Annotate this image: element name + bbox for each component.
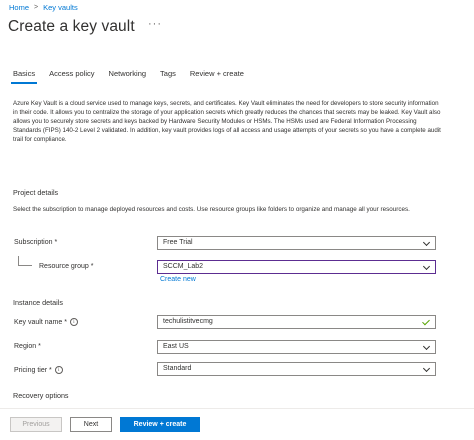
resource-group-label-text: Resource group * (39, 263, 94, 270)
recovery-options-heading: Recovery options (13, 391, 69, 400)
instance-details-heading: Instance details (13, 298, 63, 307)
tab-bar: Basics Access policy Networking Tags Rev… (10, 69, 258, 84)
key-vault-name-label: Key vault name * i (14, 318, 78, 326)
subscription-label-text: Subscription * (14, 239, 58, 246)
pricing-tier-label-text: Pricing tier * (14, 366, 52, 374)
footer-bar: Previous Next Review + create (0, 408, 474, 440)
tab-networking[interactable]: Networking (109, 69, 147, 84)
chevron-down-icon (422, 342, 431, 351)
create-new-resource-group-link[interactable]: Create new (160, 276, 196, 283)
chevron-down-icon (422, 364, 431, 373)
key-vault-name-value: techulistitvecmg (163, 318, 213, 325)
region-label-text: Region * (14, 343, 41, 350)
tab-review-create[interactable]: Review + create (190, 69, 244, 84)
key-vault-name-input[interactable]: techulistitvecmg (157, 315, 436, 329)
region-select[interactable]: East US (157, 340, 436, 354)
previous-button[interactable]: Previous (10, 417, 62, 432)
chevron-down-icon (422, 238, 431, 247)
subscription-value: Free Trial (163, 239, 193, 246)
chevron-down-icon (422, 262, 431, 271)
tree-connector (18, 256, 32, 266)
resource-group-select[interactable]: SCCM_Lab2 (157, 260, 436, 274)
subscription-label: Subscription * (14, 239, 57, 246)
more-options-icon[interactable]: ··· (148, 18, 162, 30)
info-icon[interactable]: i (69, 318, 78, 326)
next-button[interactable]: Next (70, 417, 112, 432)
resource-group-label: Resource group * (39, 263, 93, 270)
project-details-description: Select the subscription to manage deploy… (13, 206, 410, 213)
intro-description: Azure Key Vault is a cloud service used … (13, 100, 441, 143)
tab-tags[interactable]: Tags (160, 69, 176, 84)
breadcrumb: Home > Key vaults (9, 3, 78, 12)
project-details-heading: Project details (13, 188, 59, 197)
page-title: Create a key vault (8, 18, 135, 35)
resource-group-value: SCCM_Lab2 (163, 263, 204, 270)
breadcrumb-separator: > (34, 4, 39, 11)
pricing-tier-label: Pricing tier * i (14, 366, 63, 374)
tab-access-policy[interactable]: Access policy (49, 69, 94, 84)
breadcrumb-key-vaults-link[interactable]: Key vaults (43, 3, 78, 12)
checkmark-icon (422, 317, 430, 326)
info-icon[interactable]: i (54, 366, 63, 374)
breadcrumb-home-link[interactable]: Home (9, 3, 29, 12)
review-create-button[interactable]: Review + create (120, 417, 200, 432)
key-vault-name-label-text: Key vault name * (14, 318, 67, 326)
region-value: East US (163, 343, 189, 350)
tab-basics[interactable]: Basics (10, 69, 38, 84)
pricing-tier-value: Standard (163, 365, 192, 372)
region-label: Region * (14, 343, 41, 350)
subscription-select[interactable]: Free Trial (157, 236, 436, 250)
pricing-tier-select[interactable]: Standard (157, 362, 436, 376)
